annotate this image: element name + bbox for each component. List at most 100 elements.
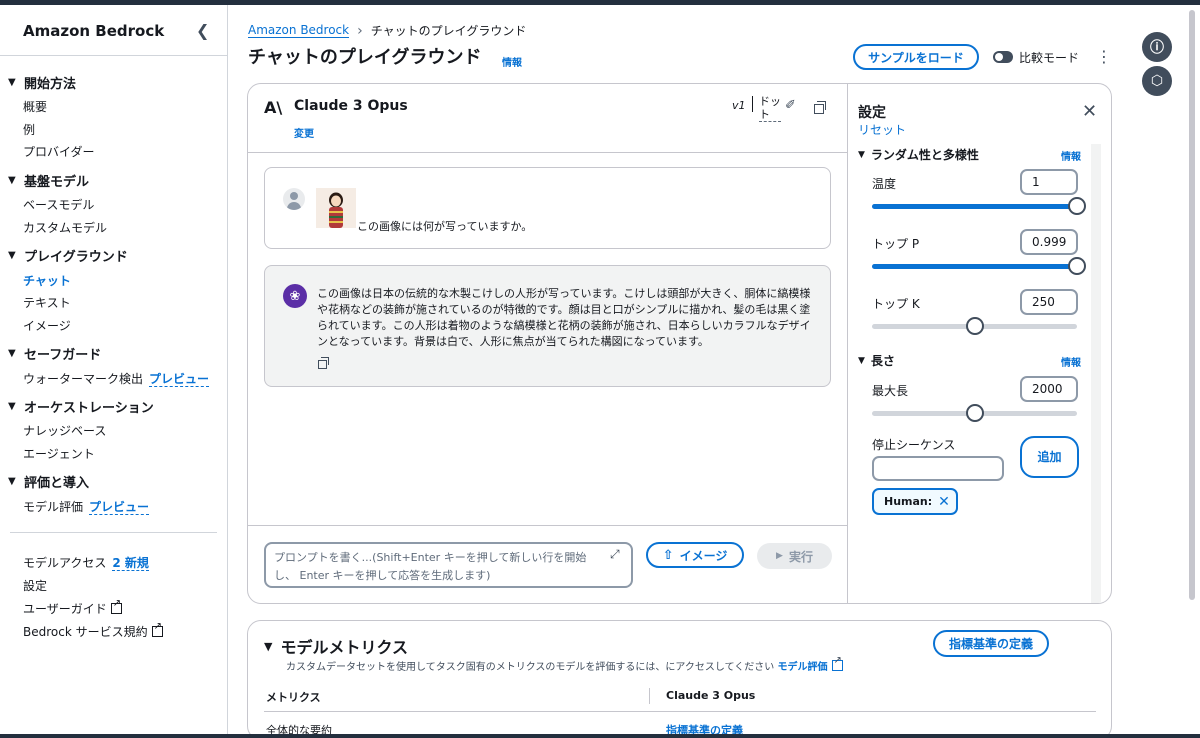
info-link[interactable]: 情報 bbox=[1061, 354, 1081, 369]
preview-badge[interactable]: プレビュー bbox=[89, 500, 150, 515]
section-length[interactable]: ▼ 長さ bbox=[858, 352, 895, 369]
model-metrics-card: ▼ モデルメトリクス カスタムデータセットを使用してタスク固有のメトリクスのモデル… bbox=[247, 620, 1112, 738]
new-badge[interactable]: 2 新規 bbox=[112, 556, 149, 571]
define-criteria-button[interactable]: 指標基準の定義 bbox=[933, 630, 1049, 657]
sidebar-item-custom-models[interactable]: カスタムモデル bbox=[23, 219, 107, 236]
sidebar-section-foundation-models[interactable]: ▼ 基盤モデル bbox=[8, 171, 89, 190]
change-model-link[interactable]: 変更 bbox=[294, 125, 314, 140]
assistant-message: ❀ この画像は日本の伝統的な木製こけしの人形が写っています。こけしは頭部が大きく… bbox=[264, 265, 831, 387]
playground-card: A\ Claude 3 Opus 変更 v1 ドット ✐ この画像には何が写って… bbox=[247, 83, 1112, 604]
metrics-header[interactable]: ▼ モデルメトリクス bbox=[264, 634, 408, 658]
slider-fill bbox=[872, 204, 1077, 209]
load-sample-button[interactable]: サンプルをロード bbox=[853, 44, 979, 70]
divider bbox=[649, 688, 650, 704]
max-length-input[interactable]: 2000 bbox=[1020, 376, 1078, 402]
compare-mode-toggle[interactable] bbox=[993, 51, 1013, 63]
col-header-model: Claude 3 Opus bbox=[666, 689, 756, 702]
settings-hexagon-icon[interactable]: ⬡ bbox=[1142, 66, 1172, 96]
section-randomness[interactable]: ▼ ランダム性と多様性 bbox=[858, 146, 979, 163]
top-p-slider[interactable] bbox=[872, 257, 1086, 275]
sidebar-item-watermark[interactable]: ウォーターマーク検出 プレビュー bbox=[23, 370, 210, 387]
model-name: Claude 3 Opus bbox=[294, 98, 408, 114]
breadcrumb-root-link[interactable]: Amazon Bedrock bbox=[248, 23, 350, 38]
sidebar-item-knowledge-base[interactable]: ナレッジベース bbox=[23, 422, 106, 439]
caret-down-icon: ▼ bbox=[8, 476, 16, 487]
slider-thumb[interactable] bbox=[965, 404, 984, 422]
copy-icon[interactable] bbox=[318, 357, 329, 369]
sidebar-item-chat[interactable]: チャット bbox=[23, 272, 71, 289]
temperature-input[interactable]: 1 bbox=[1020, 169, 1078, 195]
close-icon[interactable]: ✕ bbox=[1082, 101, 1097, 122]
info-link[interactable]: 情報 bbox=[1061, 148, 1081, 163]
stop-sequence-token: Human: ✕ bbox=[872, 488, 958, 515]
breadcrumb-current: チャットのプレイグラウンド bbox=[370, 24, 527, 38]
top-k-slider[interactable] bbox=[872, 317, 1077, 335]
sidebar-item-user-guide[interactable]: ユーザーガイド bbox=[23, 598, 122, 617]
model-evaluation-link[interactable]: モデル評価 bbox=[778, 662, 828, 673]
sidebar-section-getting-started[interactable]: ▼ 開始方法 bbox=[8, 73, 76, 92]
stop-sequence-input[interactable] bbox=[872, 456, 1004, 481]
slider-thumb[interactable] bbox=[1068, 257, 1086, 275]
sidebar-item-text[interactable]: テキスト bbox=[23, 294, 71, 311]
reset-link[interactable]: リセット bbox=[858, 121, 906, 138]
image-upload-button[interactable]: ⇧ イメージ bbox=[646, 542, 744, 568]
settings-title: 設定 bbox=[858, 105, 886, 121]
top-p-input[interactable]: 0.999 bbox=[1020, 229, 1078, 255]
top-p-label: トップ P bbox=[872, 237, 920, 251]
caret-down-icon: ▼ bbox=[8, 250, 16, 261]
max-length-label: 最大長 bbox=[872, 384, 909, 398]
caret-down-icon: ▼ bbox=[264, 639, 273, 653]
anthropic-logo-icon: A\ bbox=[264, 98, 283, 117]
metrics-description: カスタムデータセットを使用してタスク固有のメトリクスのモデルを評価するには、にア… bbox=[286, 655, 843, 673]
sidebar-section-safeguards[interactable]: ▼ セーフガード bbox=[8, 344, 101, 363]
divider bbox=[10, 532, 217, 533]
clear-brush-icon[interactable]: ✐ bbox=[785, 98, 796, 113]
chat-area: A\ Claude 3 Opus 変更 v1 ドット ✐ この画像には何が写って… bbox=[248, 84, 848, 603]
run-button[interactable]: ▶ 実行 bbox=[757, 543, 832, 569]
max-length-slider[interactable] bbox=[872, 404, 1077, 422]
remove-token-icon[interactable]: ✕ bbox=[938, 494, 950, 510]
preview-badge[interactable]: プレビュー bbox=[149, 372, 210, 387]
sidebar-item-model-evaluation[interactable]: モデル評価 プレビュー bbox=[23, 498, 150, 515]
temperature-slider[interactable] bbox=[872, 197, 1086, 215]
more-options-icon[interactable]: ⋮ bbox=[1096, 47, 1112, 66]
slider-thumb[interactable] bbox=[965, 317, 984, 335]
dot-label[interactable]: ドット bbox=[759, 95, 781, 122]
sidebar-section-playgrounds[interactable]: ▼ プレイグラウンド bbox=[8, 246, 128, 265]
sidebar-item-base-models[interactable]: ベースモデル bbox=[23, 196, 94, 213]
expand-icon[interactable]: ⤢ bbox=[610, 547, 620, 562]
settings-scrollbar[interactable] bbox=[1091, 144, 1101, 603]
slider-thumb[interactable] bbox=[1068, 197, 1086, 215]
add-stop-sequence-button[interactable]: 追加 bbox=[1020, 436, 1079, 478]
prompt-input[interactable]: プロンプトを書く...(Shift+Enter キーを押して新しい行を開始し、 … bbox=[264, 542, 633, 588]
sidebar-item-settings[interactable]: 設定 bbox=[23, 577, 47, 594]
user-message: この画像には何が写っていますか。 bbox=[264, 167, 831, 249]
divider bbox=[264, 711, 1096, 712]
info-panel-icon[interactable]: ⓘ bbox=[1142, 32, 1172, 62]
sidebar-section-assessment[interactable]: ▼ 評価と導入 bbox=[8, 472, 89, 491]
top-k-input[interactable]: 250 bbox=[1020, 289, 1078, 315]
page-scrollbar[interactable] bbox=[1189, 10, 1195, 600]
assistant-message-text: この画像は日本の伝統的な木製こけしの人形が写っています。こけしは頭部が大きく、胴… bbox=[317, 287, 811, 348]
slider-fill bbox=[872, 264, 1077, 269]
caret-down-icon: ▼ bbox=[8, 348, 16, 359]
sidebar-item-providers[interactable]: プロバイダー bbox=[23, 143, 95, 160]
sidebar-item-agents[interactable]: エージェント bbox=[23, 445, 95, 462]
sidebar-section-orchestration[interactable]: ▼ オーケストレーション bbox=[8, 397, 154, 416]
sidebar-item-model-access[interactable]: モデルアクセス 2 新規 bbox=[23, 554, 149, 571]
sidebar-item-image[interactable]: イメージ bbox=[23, 317, 71, 334]
info-link[interactable]: 情報 bbox=[502, 54, 522, 69]
collapse-sidebar-icon[interactable]: ❮ bbox=[196, 21, 209, 40]
sidebar-item-overview[interactable]: 概要 bbox=[23, 98, 47, 115]
page-title: チャットのプレイグラウンド bbox=[248, 47, 482, 68]
divider bbox=[0, 55, 228, 56]
breadcrumb: Amazon Bedrock › チャットのプレイグラウンド bbox=[248, 22, 526, 39]
prompt-area: プロンプトを書く...(Shift+Enter キーを押して新しい行を開始し、 … bbox=[248, 525, 848, 603]
sidebar-item-service-terms[interactable]: Bedrock サービス規約 bbox=[23, 621, 163, 640]
play-icon: ▶ bbox=[776, 551, 783, 561]
sidebar-item-examples[interactable]: 例 bbox=[23, 121, 35, 138]
copy-icon[interactable] bbox=[814, 101, 826, 114]
user-avatar-icon bbox=[283, 188, 305, 210]
kokeshi-doll-image bbox=[316, 188, 356, 228]
settings-panel: 設定 リセット ✕ ▼ ランダム性と多様性 情報 温度 1 トップ P 0.999… bbox=[848, 84, 1111, 603]
